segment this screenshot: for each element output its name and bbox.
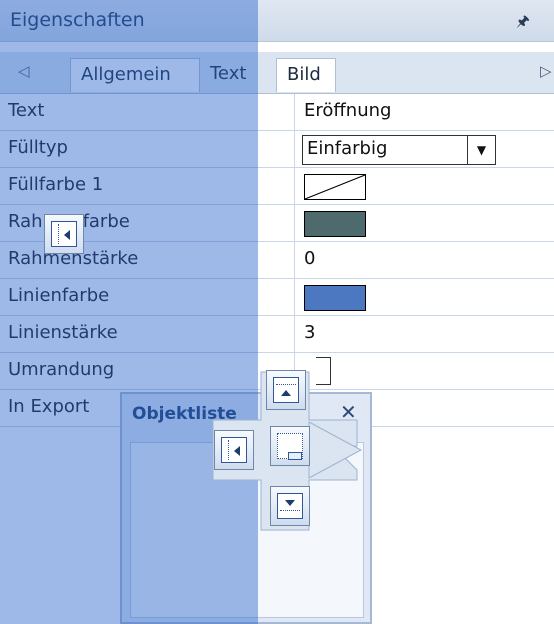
dock-center-tab-icon[interactable] <box>270 426 310 466</box>
dock-top-icon[interactable] <box>266 370 306 410</box>
dock-bottom-glyph <box>277 493 303 519</box>
dock-center-glyph <box>277 433 303 460</box>
dock-left-glyph <box>51 221 77 247</box>
property-value[interactable]: Eröffnung <box>304 100 391 121</box>
fuelltyp-dropdown[interactable]: Einfarbig ▼ <box>302 135 496 165</box>
dock-left-edge-icon[interactable] <box>44 214 84 254</box>
linienfarbe-swatch[interactable] <box>304 285 366 311</box>
no-color-swatch[interactable] <box>304 174 366 200</box>
dropdown-value: Einfarbig <box>307 138 388 159</box>
dock-left-glyph-center <box>221 437 247 463</box>
chevron-down-icon[interactable]: ▼ <box>467 136 495 164</box>
tab-label: Bild <box>287 64 321 85</box>
dock-bottom-icon[interactable] <box>270 486 310 526</box>
tab-bild[interactable]: Bild <box>276 58 336 92</box>
property-value[interactable]: 0 <box>304 248 315 269</box>
rahmenfarbe-swatch[interactable] <box>304 211 366 237</box>
tab-scroll-right-icon[interactable]: ▷ <box>540 62 552 80</box>
dock-left-icon[interactable] <box>214 430 254 470</box>
property-value[interactable]: 3 <box>304 322 315 343</box>
dock-top-glyph <box>273 377 299 403</box>
pin-icon[interactable]: 🖈 <box>516 11 530 36</box>
